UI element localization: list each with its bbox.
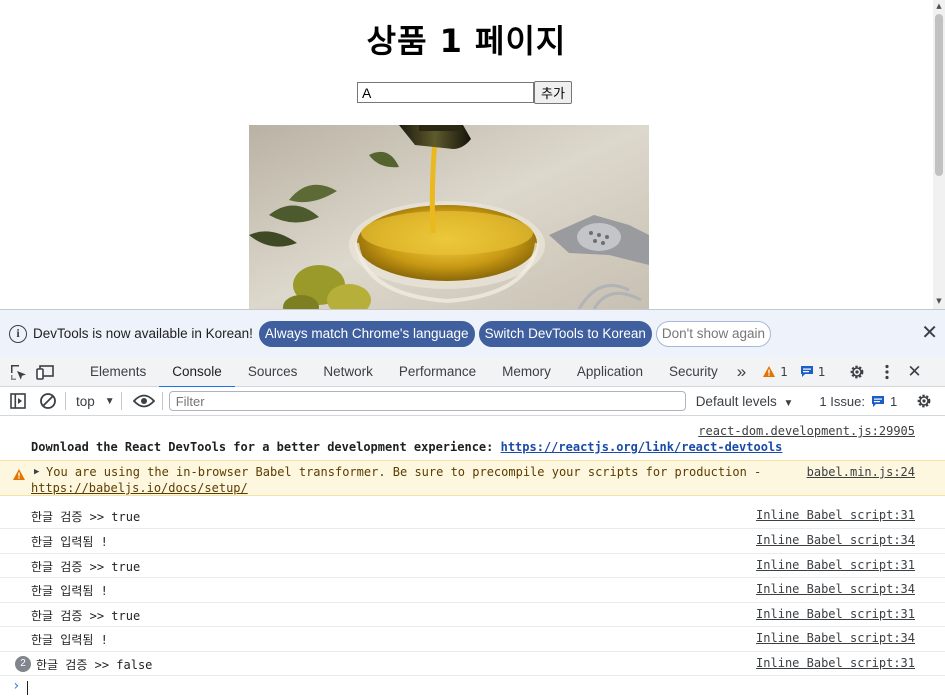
- more-tabs-icon[interactable]: »: [731, 357, 756, 387]
- source-link[interactable]: babel.min.js:24: [807, 465, 915, 479]
- add-button[interactable]: 추가: [534, 81, 572, 104]
- console-log-row: 한글 검증 >> true Inline Babel script:31: [0, 554, 945, 578]
- caret-down-icon: ▼: [783, 397, 794, 409]
- devtools-panel: i DevTools is now available in Korean! A…: [0, 309, 945, 699]
- more-options-icon[interactable]: [876, 361, 898, 383]
- switch-korean-button[interactable]: Switch DevTools to Korean: [478, 320, 652, 347]
- sidebar-toggle-icon[interactable]: [7, 390, 29, 412]
- source-link[interactable]: Inline Babel script:34: [756, 533, 915, 547]
- tab-elements[interactable]: Elements: [77, 357, 159, 387]
- scroll-up-icon[interactable]: ▲: [933, 0, 945, 12]
- close-icon[interactable]: ✕: [921, 322, 938, 342]
- console-log-row: 한글 검증 >> true Inline Babel script:31: [0, 603, 945, 627]
- tab-performance[interactable]: Performance: [386, 357, 489, 387]
- log-levels-dropdown[interactable]: Default levels ▼: [696, 394, 794, 409]
- console-message-info: react-dom.development.js:29905 Download …: [0, 416, 945, 460]
- context-selector[interactable]: top ▼: [72, 394, 115, 409]
- caret-down-icon: ▼: [104, 395, 115, 407]
- source-link[interactable]: Inline Babel script:31: [756, 558, 915, 572]
- text-cursor: [27, 681, 28, 695]
- infobar-message: DevTools is now available in Korean!: [33, 326, 253, 341]
- warning-icon: [763, 366, 776, 377]
- log-text: 한글 입력됨 !: [31, 535, 108, 549]
- separator: [65, 392, 66, 410]
- message-icon: [800, 366, 813, 377]
- react-devtools-link[interactable]: https://reactjs.org/link/react-devtools: [501, 440, 783, 454]
- console-prompt[interactable]: ›: [0, 676, 945, 699]
- tab-security[interactable]: Security: [656, 357, 731, 387]
- console-log-row: 한글 입력됨 ! Inline Babel script:34: [0, 578, 945, 603]
- message-text: Download the React DevTools for a better…: [31, 440, 501, 454]
- source-link[interactable]: react-dom.development.js:29905: [698, 424, 915, 438]
- babel-setup-link[interactable]: https://babeljs.io/docs/setup/: [31, 481, 248, 495]
- page-title: 상품 1 페이지: [366, 22, 567, 60]
- log-text: 한글 검증 >> true: [31, 510, 141, 524]
- tab-sources[interactable]: Sources: [235, 357, 311, 387]
- source-link[interactable]: Inline Babel script:34: [756, 631, 915, 645]
- source-link[interactable]: Inline Babel script:34: [756, 582, 915, 596]
- log-text: 한글 입력됨 !: [31, 584, 108, 598]
- console-filterbar: top ▼ Default levels ▼ 1 Issue: 1: [0, 387, 945, 416]
- info-icon: i: [9, 324, 27, 343]
- source-link[interactable]: Inline Babel script:31: [756, 607, 915, 621]
- clear-console-icon[interactable]: [37, 390, 59, 412]
- warnings-badge[interactable]: 1: [762, 365, 788, 379]
- log-text: 한글 입력됨 !: [31, 633, 108, 647]
- page-viewport: 상품 1 페이지 추가: [0, 0, 945, 309]
- eye-icon[interactable]: [132, 390, 156, 412]
- log-text: 한글 검증 >> false: [36, 658, 153, 672]
- log-text: 한글 검증 >> true: [31, 609, 141, 623]
- product-image-olive-oil: [249, 125, 649, 309]
- separator: [161, 392, 163, 410]
- dont-show-again-button[interactable]: Don't show again: [655, 320, 772, 347]
- settings-gear-icon[interactable]: [846, 361, 868, 383]
- prompt-chevron-icon: ›: [12, 678, 21, 694]
- page-scrollbar[interactable]: ▲ ▼: [933, 0, 945, 309]
- filter-input[interactable]: [168, 391, 686, 411]
- console-log-row: 한글 입력됨 ! Inline Babel script:34: [0, 627, 945, 652]
- console-message-warning: ▶ You are using the in-browser Babel tra…: [0, 460, 945, 496]
- tab-application[interactable]: Application: [564, 357, 656, 387]
- issues-button[interactable]: 1 Issue: 1: [819, 394, 897, 409]
- tab-memory[interactable]: Memory: [489, 357, 564, 387]
- inspect-element-icon[interactable]: [7, 361, 29, 383]
- separator: [120, 392, 122, 410]
- message-icon: [871, 395, 884, 407]
- add-form: 추가: [357, 81, 572, 104]
- match-language-button[interactable]: Always match Chrome's language: [258, 320, 475, 347]
- console-output: react-dom.development.js:29905 Download …: [0, 416, 945, 699]
- console-log-row: 한글 입력됨 ! Inline Babel script:34: [0, 529, 945, 554]
- olive-oil-illustration: [249, 125, 649, 309]
- tab-network[interactable]: Network: [310, 357, 386, 387]
- messages-badge[interactable]: 1: [800, 365, 826, 379]
- scroll-thumb[interactable]: [935, 14, 943, 176]
- source-link[interactable]: Inline Babel script:31: [756, 508, 915, 522]
- language-infobar: i DevTools is now available in Korean! A…: [0, 310, 945, 357]
- console-settings-gear-icon[interactable]: [913, 390, 935, 412]
- tab-console[interactable]: Console: [159, 357, 235, 388]
- repeat-count-badge: 2: [15, 656, 31, 672]
- close-devtools-icon[interactable]: ✕: [904, 361, 926, 383]
- device-toolbar-icon[interactable]: [35, 361, 57, 383]
- console-log-row-repeated: 2 한글 검증 >> false Inline Babel script:31: [0, 652, 945, 676]
- source-link[interactable]: Inline Babel script:31: [756, 656, 915, 670]
- warning-icon: [13, 469, 25, 480]
- expand-triangle-icon[interactable]: ▶: [34, 467, 39, 477]
- product-input[interactable]: [357, 82, 534, 103]
- console-log-row: 한글 검증 >> true Inline Babel script:31: [0, 504, 945, 529]
- product-page: 상품 1 페이지 추가: [0, 0, 933, 309]
- warning-text: You are using the in-browser Babel trans…: [46, 465, 762, 479]
- log-text: 한글 검증 >> true: [31, 560, 141, 574]
- scroll-down-icon[interactable]: ▼: [933, 295, 945, 307]
- devtools-tabbar: Elements Console Sources Network Perform…: [0, 357, 945, 388]
